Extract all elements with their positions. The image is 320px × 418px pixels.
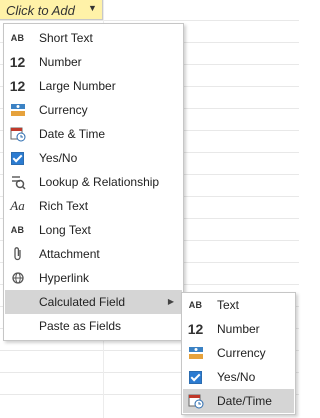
currency-icon <box>8 101 27 119</box>
menu-item-label: Date & Time <box>39 127 106 141</box>
menu-item-paste-as-fields[interactable]: Paste as Fields <box>5 314 182 338</box>
menu-item-yes-no[interactable]: Yes/No <box>5 146 182 170</box>
checkbox-icon <box>8 149 27 167</box>
submenu-item-label: Yes/No <box>217 370 256 384</box>
submenu-item-date-time[interactable]: Date/Time <box>183 389 294 413</box>
click-to-add-header[interactable]: Click to Add ▼ <box>0 0 103 20</box>
menu-item-long-text[interactable]: AB Long Text <box>5 218 182 242</box>
submenu-item-yes-no[interactable]: Yes/No <box>183 365 294 389</box>
menu-item-label: Paste as Fields <box>39 319 122 333</box>
menu-item-hyperlink[interactable]: Hyperlink <box>5 266 182 290</box>
rich-text-icon: Aa <box>10 198 25 213</box>
menu-item-currency[interactable]: Currency <box>5 98 182 122</box>
menu-item-label: Lookup & Relationship <box>39 175 160 189</box>
field-type-menu: AB Short Text 12 Number 12 Large Number … <box>3 23 184 341</box>
number-icon: 12 <box>9 54 26 70</box>
text-icon: AB <box>188 300 203 310</box>
short-text-icon: AB <box>10 33 25 43</box>
submenu-item-label: Currency <box>217 346 266 360</box>
submenu-arrow-icon: ▶ <box>167 297 174 306</box>
calendar-clock-icon <box>8 125 27 143</box>
calendar-clock-icon <box>186 392 205 410</box>
menu-item-label: Large Number <box>39 79 116 93</box>
menu-item-calculated-field[interactable]: Calculated Field ▶ <box>5 290 182 314</box>
link-icon <box>8 269 27 287</box>
submenu-item-number[interactable]: 12 Number <box>183 317 294 341</box>
large-number-icon: 12 <box>9 78 26 94</box>
submenu-item-label: Number <box>217 322 260 336</box>
menu-item-label: Rich Text <box>39 199 89 213</box>
checkbox-icon <box>186 368 205 386</box>
menu-item-short-text[interactable]: AB Short Text <box>5 26 182 50</box>
calculated-field-submenu: AB Text 12 Number Currency Yes/No Date/T… <box>181 292 296 415</box>
menu-item-label: Currency <box>39 103 88 117</box>
menu-item-label: Short Text <box>39 31 93 45</box>
menu-item-date-time[interactable]: Date & Time <box>5 122 182 146</box>
submenu-item-currency[interactable]: Currency <box>183 341 294 365</box>
click-to-add-label: Click to Add <box>6 3 75 18</box>
menu-item-number[interactable]: 12 Number <box>5 50 182 74</box>
menu-item-large-number[interactable]: 12 Large Number <box>5 74 182 98</box>
number-icon: 12 <box>187 321 204 337</box>
paperclip-icon <box>8 245 27 263</box>
submenu-item-label: Text <box>217 298 240 312</box>
menu-item-lookup[interactable]: Lookup & Relationship <box>5 170 182 194</box>
dropdown-arrow-icon[interactable]: ▼ <box>88 3 97 13</box>
menu-item-label: Attachment <box>39 247 100 261</box>
menu-item-rich-text[interactable]: Aa Rich Text <box>5 194 182 218</box>
menu-item-label: Hyperlink <box>39 271 90 285</box>
long-text-icon: AB <box>10 225 25 235</box>
currency-icon <box>186 344 205 362</box>
submenu-item-text[interactable]: AB Text <box>183 293 294 317</box>
submenu-item-label: Date/Time <box>217 394 272 408</box>
menu-item-label: Number <box>39 55 82 69</box>
menu-item-label: Calculated Field <box>39 295 126 309</box>
menu-item-label: Yes/No <box>39 151 78 165</box>
lookup-icon <box>8 173 27 191</box>
menu-item-attachment[interactable]: Attachment <box>5 242 182 266</box>
menu-item-label: Long Text <box>39 223 91 237</box>
